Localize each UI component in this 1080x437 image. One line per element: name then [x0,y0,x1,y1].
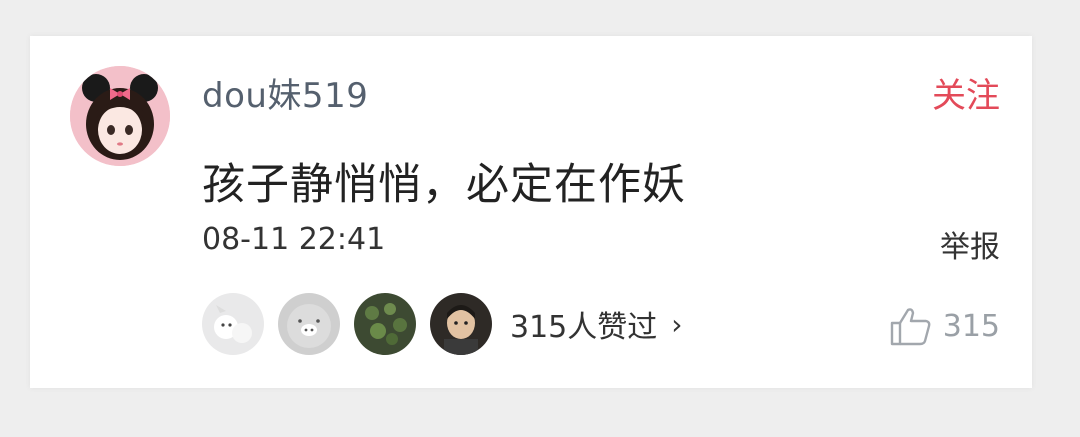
comment-timestamp: 08-11 22:41 [202,222,386,257]
like-button[interactable]: 315 [889,306,1000,346]
child-avatar-icon [430,293,492,355]
likers-row: 315人赞过 › [202,291,682,357]
report-button[interactable]: 举报 [940,222,1000,266]
comment-card: dou妹519 关注 孩子静悄悄，必定在作妖 08-11 22:41 举报 31… [30,36,1032,388]
chevron-right-icon: › [671,307,683,341]
follow-button[interactable]: 关注 [932,68,1000,117]
liker-avatar[interactable] [430,293,492,355]
like-count: 315 [942,308,1000,344]
avatar[interactable] [70,66,170,166]
liker-avatar[interactable] [354,293,416,355]
username[interactable]: dou妹519 [202,68,368,117]
plants-avatar-icon [354,293,416,355]
likes-summary-text: 315人赞过 [510,310,658,345]
liker-avatar[interactable] [278,293,340,355]
cat-avatar-icon [202,293,264,355]
liker-avatar[interactable] [202,293,264,355]
avatar-girl-icon [70,66,170,166]
thumbs-up-icon [890,308,931,346]
comment-text: 孩子静悄悄，必定在作妖 [202,160,686,210]
pig-avatar-icon [278,293,340,355]
likes-summary-link[interactable]: 315人赞过 › [510,302,682,346]
